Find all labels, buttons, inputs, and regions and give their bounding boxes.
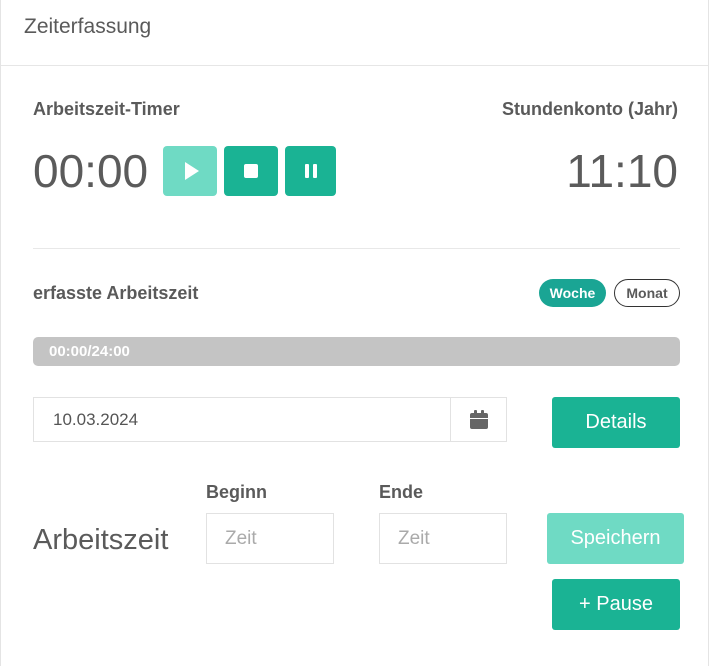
stundenkonto-value: 11:10 (566, 145, 678, 197)
card-title: Zeiterfassung (24, 15, 152, 38)
timer-label: Arbeitszeit-Timer (33, 99, 180, 119)
card-header: Zeiterfassung (1, 0, 708, 66)
play-button[interactable] (163, 146, 217, 196)
date-input[interactable] (34, 398, 451, 441)
toggle-monat[interactable]: Monat (614, 279, 680, 307)
date-picker (33, 397, 507, 442)
toggle-woche[interactable]: Woche (539, 279, 606, 307)
play-icon (184, 162, 199, 180)
beginn-time-input[interactable] (206, 513, 334, 564)
stundenkonto-label: Stundenkonto (Jahr) (502, 99, 678, 119)
beginn-label: Beginn (206, 482, 267, 502)
stop-button[interactable] (224, 146, 278, 196)
calendar-button[interactable] (450, 398, 506, 441)
progress-bar: 00:00/24:00 (33, 337, 680, 366)
calendar-icon (469, 410, 488, 429)
ende-time-input[interactable] (379, 513, 507, 564)
details-button[interactable]: Details (552, 397, 680, 448)
section-divider (33, 248, 680, 249)
zeiterfassung-card: Zeiterfassung Arbeitszeit-Timer Stundenk… (0, 0, 709, 666)
timer-display: 00:00 (33, 145, 149, 197)
arbeitszeit-label: Arbeitszeit (33, 524, 169, 556)
stop-icon (244, 164, 258, 178)
progress-text: 00:00/24:00 (49, 343, 130, 360)
pause-button[interactable] (285, 146, 336, 196)
erfasste-arbeitszeit-label: erfasste Arbeitszeit (33, 283, 199, 303)
ende-label: Ende (379, 482, 424, 502)
save-button[interactable]: Speichern (547, 513, 684, 564)
pause-icon (304, 164, 317, 178)
add-pause-button[interactable]: + Pause (552, 579, 680, 630)
